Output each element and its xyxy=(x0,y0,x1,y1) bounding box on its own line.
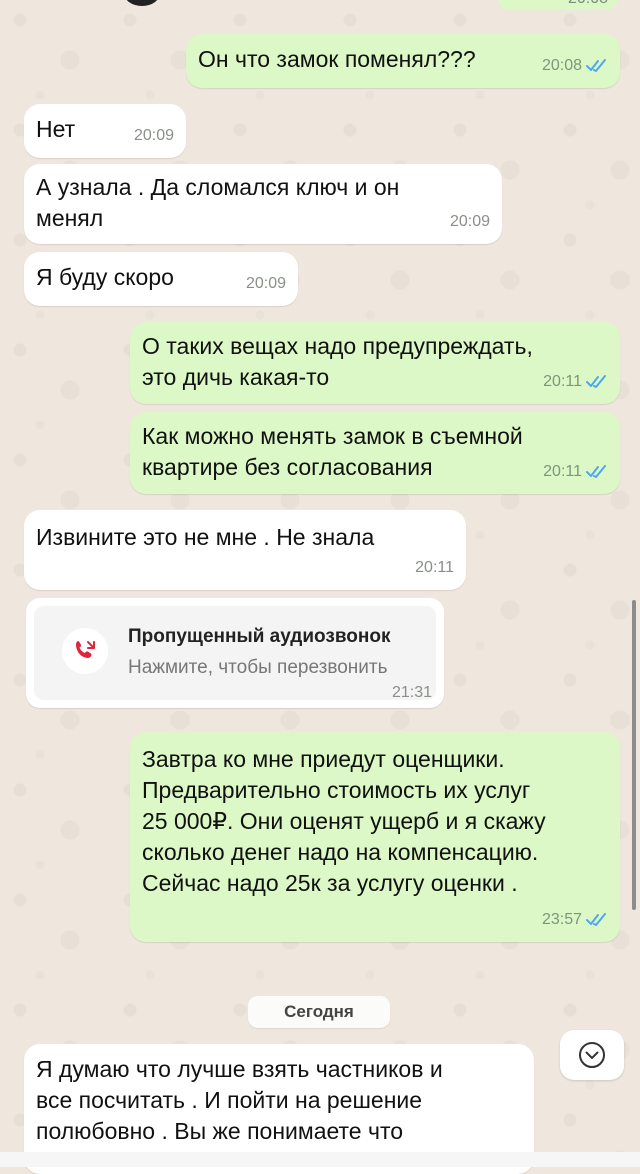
message-time: 20:11 xyxy=(543,463,582,480)
message-bubble-outgoing[interactable]: Завтра ко мне приедут оценщики. Предвари… xyxy=(130,732,620,942)
message-line: менял xyxy=(36,205,104,231)
message-text: Извините это не мне . Не знала xyxy=(36,524,375,550)
message-time: 20:09 xyxy=(245,275,286,292)
read-ticks-icon xyxy=(586,464,606,478)
message-line: это дичь какая-то xyxy=(142,364,330,390)
message-bubble-incoming[interactable]: Нет 20:09 xyxy=(24,104,186,158)
scroll-to-bottom-button[interactable] xyxy=(560,1030,624,1080)
message-meta: 20:11 xyxy=(543,366,608,397)
message-line: полюбовно . Вы же понимаете что xyxy=(36,1118,404,1144)
message-bubble-outgoing[interactable]: О таких вещах надо предупреждать, это ди… xyxy=(130,322,620,404)
message-line: Сейчас надо 25к за услугу оценки . xyxy=(142,870,518,896)
message-time: 23:57 xyxy=(541,911,582,928)
input-bar[interactable] xyxy=(0,1152,640,1167)
message-time: 20:08 xyxy=(568,0,608,8)
message-line: Как можно менять замок в съемной xyxy=(142,423,523,449)
message-line: Завтра ко мне приедут оценщики. xyxy=(142,746,505,772)
missed-call-subtitle: Нажмите, чтобы перезвонить xyxy=(128,657,388,678)
message-line: все посчитать . И пойти на решение xyxy=(36,1087,423,1113)
missed-call-panel[interactable]: Пропущенный аудиозвонок Нажмите, чтобы п… xyxy=(34,606,436,701)
message-bubble-outgoing[interactable]: Как можно менять замок в съемной квартир… xyxy=(130,412,620,494)
message-line: 25 000₽. Они оценят ущерб и я скажу xyxy=(142,808,546,834)
message-line: А узнала . Да сломался ключ и он xyxy=(36,174,400,200)
message-time: 20:08 xyxy=(541,57,582,74)
message-bubble-previous[interactable]: 20:08 xyxy=(498,0,618,10)
message-meta: 20:09 xyxy=(134,120,174,151)
message-bubble-incoming[interactable]: Я буду скоро 20:09 xyxy=(24,252,298,306)
message-time: 20:09 xyxy=(449,213,490,230)
message-meta: 20:11 xyxy=(415,552,454,583)
message-meta: 20:09 xyxy=(450,206,490,237)
read-ticks-icon xyxy=(586,58,606,72)
message-line: О таких вещах надо предупреждать, xyxy=(142,333,533,359)
message-meta: 20:08 xyxy=(542,50,608,81)
read-ticks-icon xyxy=(586,912,606,926)
message-line: сколько денег надо на компенсацию. xyxy=(142,839,539,865)
missed-call-title: Пропущенный аудиозвонок xyxy=(128,626,391,647)
chevron-down-icon xyxy=(579,1042,605,1068)
message-meta: 20:09 xyxy=(246,268,286,299)
phone-missed-icon xyxy=(76,641,95,658)
message-time: 20:11 xyxy=(543,373,582,390)
message-bubble-outgoing[interactable]: Он что замок поменял??? 20:08 xyxy=(186,34,620,88)
message-meta: 20:11 xyxy=(543,456,608,487)
message-line: Предварительно стоимость их услуг xyxy=(142,777,531,803)
date-divider: Сегодня xyxy=(248,996,390,1028)
message-time: 21:31 xyxy=(391,684,432,701)
message-line: Я думаю что лучше взять частников и xyxy=(36,1056,443,1082)
message-bubble-incoming[interactable]: Извините это не мне . Не знала 20:11 xyxy=(24,510,466,590)
message-time: 20:09 xyxy=(133,127,174,144)
message-line: квартире без согласования xyxy=(142,454,433,480)
message-time: 20:11 xyxy=(415,559,454,576)
missed-call-icon xyxy=(62,628,108,674)
scrollbar[interactable] xyxy=(632,600,636,910)
message-bubble-incoming[interactable]: А узнала . Да сломался ключ и он менял 2… xyxy=(24,164,502,244)
message-meta: 23:57 xyxy=(542,904,608,935)
read-ticks-icon xyxy=(586,374,606,388)
missed-call-card[interactable]: Пропущенный аудиозвонок Нажмите, чтобы п… xyxy=(26,598,444,708)
